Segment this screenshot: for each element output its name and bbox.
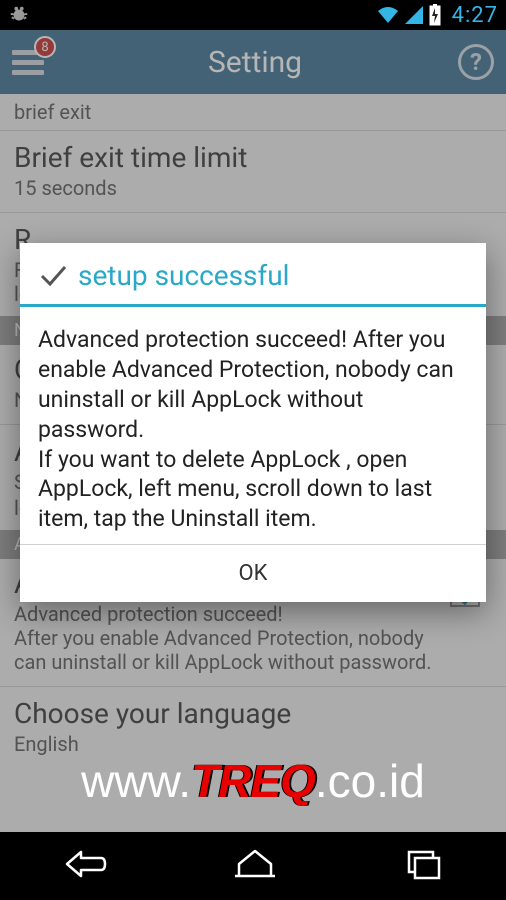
- status-icons: 4:27: [376, 3, 498, 28]
- status-left: [8, 5, 30, 25]
- battery-charging-icon: [428, 4, 442, 26]
- watermark: www.TREQ.co.id: [0, 754, 506, 808]
- android-debug-icon: [8, 5, 30, 25]
- watermark-brand: TREQ: [191, 755, 315, 807]
- recent-apps-button[interactable]: [401, 846, 445, 886]
- android-nav-bar: [0, 832, 506, 900]
- dialog-header: setup successful: [20, 243, 486, 304]
- dialog-message: Advanced protection succeed! After you e…: [20, 307, 486, 544]
- back-button[interactable]: [61, 846, 109, 886]
- dialog-title: setup successful: [78, 259, 290, 292]
- android-status-bar: 4:27: [0, 0, 506, 30]
- watermark-pre: www.: [81, 755, 191, 807]
- ok-button[interactable]: OK: [20, 545, 486, 602]
- home-button[interactable]: [231, 846, 279, 886]
- watermark-post: .co.id: [315, 755, 425, 807]
- dialog-setup-successful: setup successful Advanced protection suc…: [20, 243, 486, 602]
- check-icon: [38, 261, 68, 291]
- wifi-icon: [376, 5, 400, 25]
- signal-icon: [404, 5, 424, 25]
- status-time: 4:27: [452, 3, 498, 28]
